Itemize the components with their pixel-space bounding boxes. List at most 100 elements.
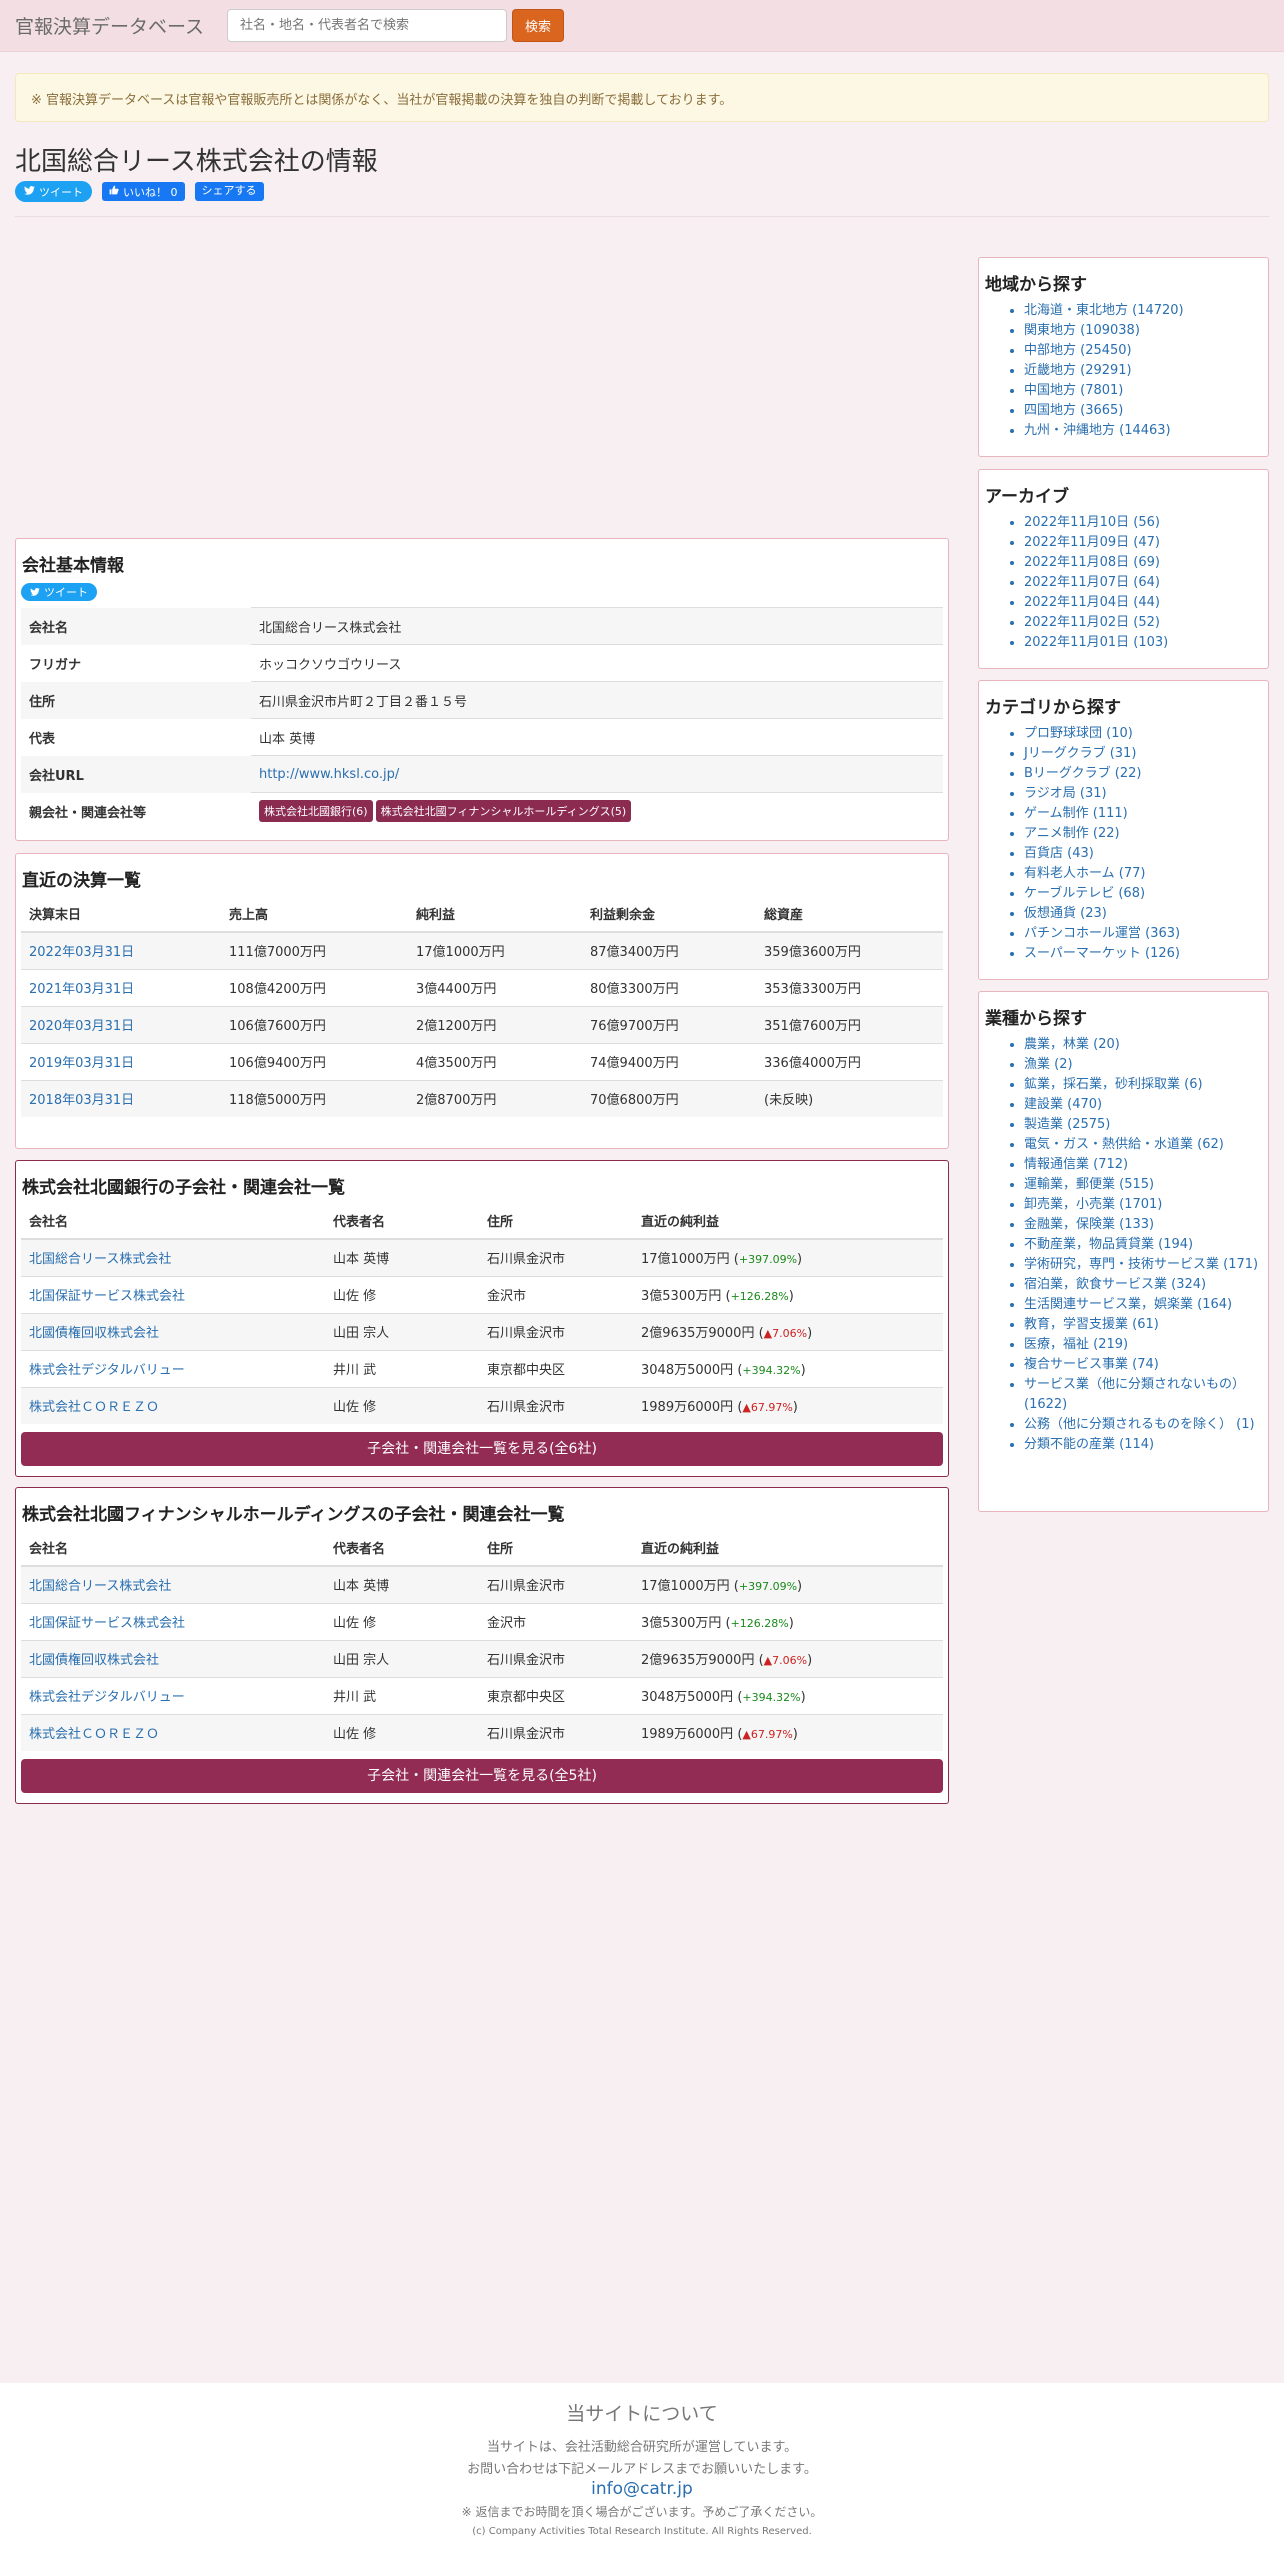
subsidiary-link[interactable]: 北国総合リース株式会社 — [29, 1579, 171, 1594]
category-link[interactable]: ケーブルテレビ (68) — [1024, 886, 1145, 901]
industry-link[interactable]: 情報通信業 (712) — [1024, 1157, 1128, 1172]
subsidiaries-panel: 株式会社北國銀行の子会社・関連会社一覧 会社名 代表者名 住所 直近の純利益 北… — [15, 1160, 949, 1477]
category-link[interactable]: ゲーム制作 (111) — [1024, 806, 1128, 821]
tweet-button[interactable]: ツイート — [15, 181, 92, 202]
column-header: 純利益 — [416, 908, 456, 923]
disclaimer-notice: ※ 官報決算データベースは官報や官報販売所とは関係がなく、当社が官報掲載の決算を… — [15, 73, 1269, 122]
info-label: フリガナ — [29, 657, 82, 673]
category-link[interactable]: プロ野球球団 (10) — [1024, 726, 1133, 741]
industry-list: 農業，林業 (20) 漁業 (2) 鉱業，採石業，砂利採取業 (6) 建設業 (… — [1024, 1035, 1268, 1455]
category-link[interactable]: 仮想通貨 (23) — [1024, 906, 1107, 921]
region-link[interactable]: 中国地方 (7801) — [1024, 383, 1123, 398]
region-link[interactable]: 中部地方 (25450) — [1024, 343, 1132, 358]
table-cell: 石川県金沢市 — [479, 1713, 633, 1751]
site-brand[interactable]: 官報決算データベース — [15, 12, 227, 39]
table-cell: 87億3400万円 — [582, 931, 756, 969]
region-link[interactable]: 近畿地方 (29291) — [1024, 363, 1132, 378]
industry-link[interactable]: 農業，林業 (20) — [1024, 1037, 1120, 1052]
region-list: 北海道・東北地方 (14720) 関東地方 (109038) 中部地方 (254… — [1024, 301, 1268, 441]
industry-link[interactable]: 運輸業，郵便業 (515) — [1024, 1177, 1154, 1192]
parent-company-badge[interactable]: 株式会社北國フィナンシャルホールディングス(5) — [375, 800, 632, 823]
fiscal-date-link[interactable]: 2021年03月31日 — [29, 982, 134, 997]
industry-link[interactable]: 学術研究，専門・技術サービス業 (171) — [1024, 1257, 1258, 1272]
subsidiary-link[interactable]: 株式会社デジタルバリュー — [29, 1690, 185, 1705]
region-link[interactable]: 北海道・東北地方 (14720) — [1024, 303, 1184, 318]
industry-link[interactable]: 教育，学習支援業 (61) — [1024, 1317, 1159, 1332]
fiscal-date-link[interactable]: 2019年03月31日 — [29, 1056, 134, 1071]
region-link[interactable]: 関東地方 (109038) — [1024, 323, 1140, 338]
table-cell: 石川県金沢市 — [479, 1565, 633, 1603]
category-link[interactable]: ラジオ局 (31) — [1024, 786, 1107, 801]
archive-link[interactable]: 2022年11月07日 (64) — [1024, 575, 1160, 590]
region-link[interactable]: 九州・沖縄地方 (14463) — [1024, 423, 1171, 438]
company-info-table: 会社名 北国総合リース株式会社 フリガナ ホッコクソウゴウリース 住所 石川県金… — [21, 607, 943, 830]
subsidiary-link[interactable]: 北國債権回収株式会社 — [29, 1653, 159, 1668]
company-name-value: 北国総合リース株式会社 — [251, 607, 943, 645]
industry-link[interactable]: 鉱業，採石業，砂利採取業 (6) — [1024, 1077, 1203, 1092]
table-cell: 井川 武 — [325, 1349, 479, 1387]
column-header: 住所 — [487, 1215, 514, 1230]
profit-value: 3048万5000円 — [641, 1363, 734, 1378]
financials-table: 決算末日 売上高 純利益 利益剰余金 総資産 2022年03月31日 111億7… — [21, 896, 943, 1117]
category-link[interactable]: 百貨店 (43) — [1024, 846, 1094, 861]
industry-link[interactable]: 建設業 (470) — [1024, 1097, 1102, 1112]
archive-link[interactable]: 2022年11月04日 (44) — [1024, 595, 1160, 610]
subsidiary-link[interactable]: 株式会社ＣＯＲＥＺＯ — [29, 1727, 159, 1742]
subsidiary-link[interactable]: 北国総合リース株式会社 — [29, 1252, 171, 1267]
company-tweet-button[interactable]: ツイート — [21, 583, 97, 601]
industry-link[interactable]: 卸売業，小売業 (1701) — [1024, 1197, 1162, 1212]
subsidiary-link[interactable]: 北国保証サービス株式会社 — [29, 1289, 185, 1304]
category-link[interactable]: Jリーグクラブ (31) — [1024, 746, 1136, 761]
fiscal-date-link[interactable]: 2022年03月31日 — [29, 945, 134, 960]
table-row: 北國債権回収株式会社 山田 宗人 石川県金沢市 2億9635万9000円 (▲7… — [21, 1312, 943, 1350]
archive-link[interactable]: 2022年11月10日 (56) — [1024, 515, 1160, 530]
like-button[interactable]: いいね！ 0 — [102, 182, 185, 201]
industry-link[interactable]: 電気・ガス・熱供給・水道業 (62) — [1024, 1137, 1224, 1152]
fiscal-date-link[interactable]: 2018年03月31日 — [29, 1093, 134, 1108]
industry-link[interactable]: 公務（他に分類されるものを除く） (1) — [1024, 1417, 1255, 1432]
archive-title: アーカイブ — [985, 487, 1069, 507]
table-cell: 石川県金沢市 — [479, 1238, 633, 1276]
industry-link[interactable]: 生活関連サービス業，娯楽業 (164) — [1024, 1297, 1232, 1312]
table-cell: 2億1200万円 — [408, 1005, 582, 1043]
category-link[interactable]: 有料老人ホーム (77) — [1024, 866, 1145, 881]
archive-link[interactable]: 2022年11月09日 (47) — [1024, 535, 1160, 550]
profit-value: 3億5300万円 — [641, 1616, 722, 1631]
address-value: 石川県金沢市片町２丁目２番１５号 — [251, 681, 943, 719]
category-link[interactable]: Bリーグクラブ (22) — [1024, 766, 1141, 781]
subsidiary-link[interactable]: 株式会社ＣＯＲＥＺＯ — [29, 1400, 159, 1415]
archive-link[interactable]: 2022年11月08日 (69) — [1024, 555, 1160, 570]
region-link[interactable]: 四国地方 (3665) — [1024, 403, 1123, 418]
subsidiary-link[interactable]: 北国保証サービス株式会社 — [29, 1616, 185, 1631]
table-row: 北国保証サービス株式会社 山佐 修 金沢市 3億5300万円 (+126.28%… — [21, 1275, 943, 1313]
industry-link[interactable]: 分類不能の産業 (114) — [1024, 1437, 1154, 1452]
company-url-link[interactable]: http://www.hksl.co.jp/ — [259, 767, 399, 782]
view-all-subsidiaries-button[interactable]: 子会社・関連会社一覧を見る(全6社) — [21, 1432, 943, 1466]
archive-link[interactable]: 2022年11月02日 (52) — [1024, 615, 1160, 630]
search-button[interactable]: 検索 — [512, 9, 565, 42]
view-all-subsidiaries-button[interactable]: 子会社・関連会社一覧を見る(全5社) — [21, 1759, 943, 1793]
share-button[interactable]: シェアする — [194, 182, 264, 201]
table-cell: 3億4400万円 — [408, 968, 582, 1006]
industry-link[interactable]: 医療，福祉 (219) — [1024, 1337, 1128, 1352]
category-link[interactable]: スーパーマーケット (126) — [1024, 946, 1180, 961]
fiscal-date-link[interactable]: 2020年03月31日 — [29, 1019, 134, 1034]
contact-email-link[interactable]: info@catr.jp — [0, 2479, 1284, 2499]
category-link[interactable]: アニメ制作 (22) — [1024, 826, 1120, 841]
parent-company-badge[interactable]: 株式会社北國銀行(6) — [259, 800, 373, 823]
column-header: 直近の純利益 — [641, 1215, 720, 1230]
industry-link[interactable]: サービス業（他に分類されないもの） (1622) — [1024, 1377, 1245, 1412]
industry-link[interactable]: 宿泊業，飲食サービス業 (324) — [1024, 1277, 1206, 1292]
industry-link[interactable]: 複合サービス事業 (74) — [1024, 1357, 1159, 1372]
table-cell: 石川県金沢市 — [479, 1312, 633, 1350]
industry-link[interactable]: 金融業，保険業 (133) — [1024, 1217, 1154, 1232]
search-input[interactable] — [227, 9, 507, 42]
industry-link[interactable]: 不動産業，物品賃貸業 (194) — [1024, 1237, 1193, 1252]
category-link[interactable]: パチンコホール運営 (363) — [1024, 926, 1180, 941]
subsidiary-link[interactable]: 株式会社デジタルバリュー — [29, 1363, 185, 1378]
archive-link[interactable]: 2022年11月01日 (103) — [1024, 635, 1168, 650]
subsidiary-link[interactable]: 北國債権回収株式会社 — [29, 1326, 159, 1341]
industry-link[interactable]: 製造業 (2575) — [1024, 1117, 1110, 1132]
industry-link[interactable]: 漁業 (2) — [1024, 1057, 1073, 1072]
info-row: 住所 石川県金沢市片町２丁目２番１５号 — [21, 681, 943, 719]
